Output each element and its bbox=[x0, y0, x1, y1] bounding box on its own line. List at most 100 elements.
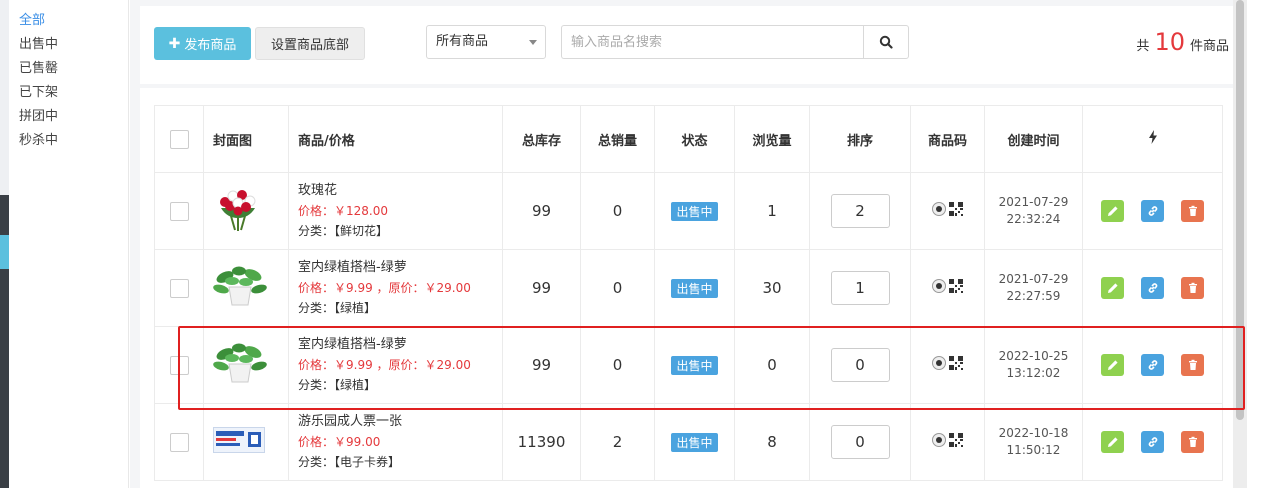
scrollbar-thumb[interactable] bbox=[1236, 0, 1244, 420]
subnav-item-flash-sale[interactable]: 秒杀中 bbox=[9, 129, 128, 153]
subnav-item-group-buy[interactable]: 拼团中 bbox=[9, 105, 128, 129]
created-time-cell: 2022-10-25 13:12:02 bbox=[984, 326, 1083, 404]
goods-code-button[interactable] bbox=[932, 356, 963, 370]
edit-button[interactable] bbox=[1101, 431, 1124, 453]
ticket-card-image bbox=[213, 427, 265, 457]
edit-button[interactable] bbox=[1101, 277, 1124, 299]
goods-total-count: 共 10 件商品 bbox=[1136, 28, 1229, 56]
created-clock: 11:50:12 bbox=[1006, 443, 1061, 457]
header-sort: 排序 bbox=[809, 105, 911, 173]
goods-info-cell: 玫瑰花 价格：￥128.00 分类：【鲜切花】 bbox=[288, 172, 503, 250]
goods-category: 分类：【绿植】 bbox=[298, 378, 377, 392]
goods-info-cell: 室内绿植搭档-绿萝 价格：￥9.99 ，原价：￥29.00 分类：【绿植】 bbox=[288, 326, 503, 404]
set-goods-footer-button[interactable]: 设置商品底部 bbox=[255, 27, 365, 60]
status-badge: 出售中 bbox=[671, 201, 718, 221]
goods-category: 分类：【绿植】 bbox=[298, 301, 377, 315]
actions-cell bbox=[1082, 249, 1223, 327]
status-badge: 出售中 bbox=[671, 432, 718, 452]
table-row: 游乐园成人票一张 价格：￥99.00 分类：【电子卡券】 11390 2 出售中… bbox=[154, 403, 1223, 481]
potted-plant-image bbox=[213, 342, 267, 388]
goods-code-button[interactable] bbox=[932, 279, 963, 293]
plus-icon: ✚ bbox=[168, 35, 181, 52]
row-select-cell bbox=[154, 403, 204, 481]
goods-table-panel: 封面图 商品/价格 总库存 总销量 状态 浏览量 排序 商品码 创建时间 玫瑰花… bbox=[140, 88, 1243, 488]
mini-program-code-icon bbox=[932, 202, 946, 216]
delete-button[interactable] bbox=[1181, 431, 1204, 453]
goods-code-button[interactable] bbox=[932, 433, 963, 447]
header-sales: 总销量 bbox=[580, 105, 655, 173]
views-cell: 30 bbox=[734, 249, 810, 327]
mini-program-code-icon bbox=[932, 433, 946, 447]
subnav-item-off-shelf[interactable]: 已下架 bbox=[9, 81, 128, 105]
trash-icon bbox=[1188, 359, 1197, 370]
table-header-row: 封面图 商品/价格 总库存 总销量 状态 浏览量 排序 商品码 创建时间 bbox=[154, 105, 1223, 173]
sort-cell bbox=[809, 249, 911, 327]
goods-price: 价格：￥128.00 bbox=[298, 204, 388, 218]
row-select-cell bbox=[154, 249, 204, 327]
header-created-time: 创建时间 bbox=[984, 105, 1083, 173]
cover-cell bbox=[203, 249, 289, 327]
row-checkbox[interactable] bbox=[169, 201, 189, 221]
goods-code-cell bbox=[910, 249, 985, 327]
search-button[interactable] bbox=[863, 25, 909, 59]
delete-button[interactable] bbox=[1181, 354, 1204, 376]
vertical-scrollbar[interactable] bbox=[1233, 0, 1247, 488]
created-clock: 22:32:24 bbox=[1006, 212, 1061, 226]
sort-input[interactable] bbox=[830, 194, 890, 228]
subnav-item-all[interactable]: 全部 bbox=[9, 9, 128, 33]
copy-link-button[interactable] bbox=[1141, 431, 1164, 453]
row-select-cell bbox=[154, 172, 204, 250]
status-cell: 出售中 bbox=[654, 326, 735, 404]
subnav-item-sold-out[interactable]: 已售罄 bbox=[9, 57, 128, 81]
copy-link-button[interactable] bbox=[1141, 200, 1164, 222]
total-number: 10 bbox=[1154, 28, 1185, 56]
created-time-cell: 2021-07-29 22:32:24 bbox=[984, 172, 1083, 250]
copy-link-button[interactable] bbox=[1141, 277, 1164, 299]
lightning-icon bbox=[1148, 130, 1157, 144]
publish-goods-label: 发布商品 bbox=[184, 38, 237, 53]
views-cell: 0 bbox=[734, 326, 810, 404]
sort-input[interactable] bbox=[830, 271, 890, 305]
stock-cell: 11390 bbox=[502, 403, 581, 481]
goods-code-button[interactable] bbox=[932, 202, 963, 216]
goods-code-cell bbox=[910, 326, 985, 404]
copy-link-button[interactable] bbox=[1141, 354, 1164, 376]
actions-cell bbox=[1082, 172, 1223, 250]
select-all-checkbox[interactable] bbox=[169, 129, 189, 149]
select-all-cell bbox=[154, 105, 204, 173]
goods-price: 价格：￥9.99 ，原价：￥29.00 bbox=[298, 358, 471, 372]
qr-code-icon bbox=[949, 202, 963, 216]
trash-icon bbox=[1188, 436, 1197, 447]
row-checkbox[interactable] bbox=[169, 278, 189, 298]
status-cell: 出售中 bbox=[654, 403, 735, 481]
row-checkbox[interactable] bbox=[169, 355, 189, 375]
pencil-icon bbox=[1107, 206, 1118, 216]
header-views: 浏览量 bbox=[734, 105, 810, 173]
mini-program-code-icon bbox=[932, 356, 946, 370]
cover-cell bbox=[203, 326, 289, 404]
sort-input[interactable] bbox=[830, 348, 890, 382]
publish-goods-button[interactable]: ✚ 发布商品 bbox=[154, 27, 251, 60]
goods-filter-select[interactable]: 所有商品 bbox=[426, 25, 546, 59]
row-select-cell bbox=[154, 326, 204, 404]
status-badge: 出售中 bbox=[671, 278, 718, 298]
edit-button[interactable] bbox=[1101, 200, 1124, 222]
app-side-strip bbox=[0, 0, 9, 488]
edit-button[interactable] bbox=[1101, 354, 1124, 376]
delete-button[interactable] bbox=[1181, 277, 1204, 299]
main-content: ✚ 发布商品 设置商品底部 所有商品 共 10 件商品 封面图 商品/价格 总库… bbox=[130, 0, 1247, 488]
goods-info-cell: 游乐园成人票一张 价格：￥99.00 分类：【电子卡券】 bbox=[288, 403, 503, 481]
sort-input[interactable] bbox=[830, 425, 890, 459]
caret-down-icon bbox=[529, 40, 537, 45]
subnav-item-on-sale[interactable]: 出售中 bbox=[9, 33, 128, 57]
qr-code-icon bbox=[949, 433, 963, 447]
row-checkbox[interactable] bbox=[169, 432, 189, 452]
delete-button[interactable] bbox=[1181, 200, 1204, 222]
goods-search-input[interactable] bbox=[561, 25, 864, 59]
header-status: 状态 bbox=[654, 105, 735, 173]
potted-plant-image bbox=[213, 265, 267, 311]
qr-code-icon bbox=[949, 279, 963, 293]
trash-icon bbox=[1188, 205, 1197, 216]
trash-icon bbox=[1188, 282, 1197, 293]
header-goods-price: 商品/价格 bbox=[288, 105, 503, 173]
